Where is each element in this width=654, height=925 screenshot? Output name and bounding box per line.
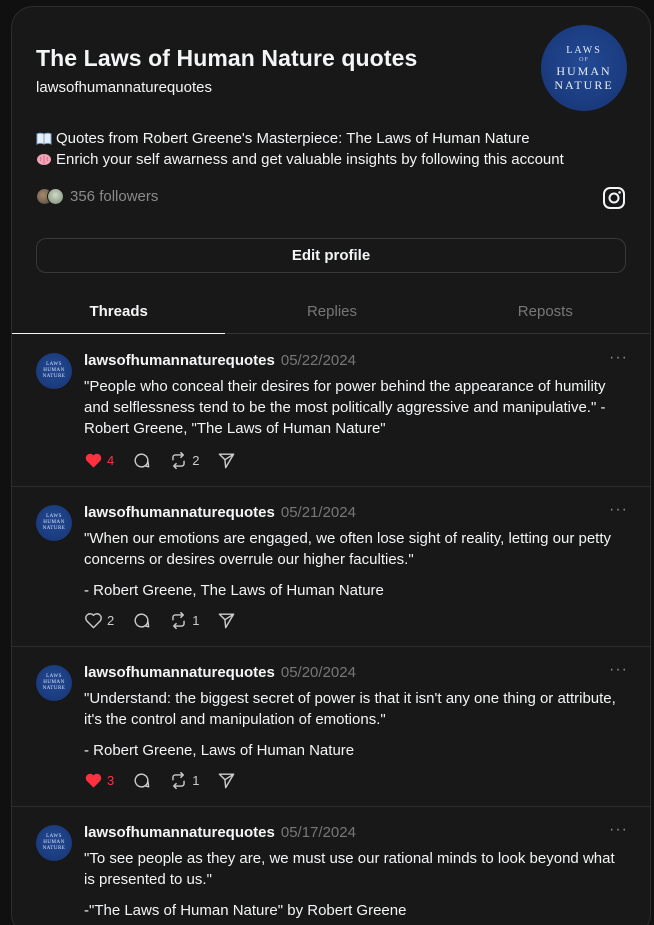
post-username[interactable]: lawsofhumannaturequotes: [84, 352, 275, 369]
like-count: 3: [107, 773, 115, 788]
post-avatar[interactable]: LAWS HUMAN NATURE: [36, 353, 72, 389]
avatar-text-nature: NATURE: [42, 846, 66, 851]
avatar-text-nature: NATURE: [42, 686, 66, 691]
post-text: "People who conceal their desires for po…: [84, 376, 629, 439]
repost-button[interactable]: 2: [169, 451, 199, 470]
post-paragraph: "People who conceal their desires for po…: [84, 378, 606, 437]
avatar-text-nature: NATURE: [42, 374, 66, 379]
repost-button[interactable]: 1: [169, 771, 199, 790]
repost-count: 1: [192, 773, 200, 788]
instagram-icon[interactable]: [602, 186, 626, 210]
comment-icon: [134, 453, 150, 468]
heart-outline-icon: [85, 613, 102, 629]
repost-icon: [172, 611, 185, 630]
post-paragraph: - Robert Greene, The Laws of Human Natur…: [84, 582, 384, 599]
post-paragraph: "To see people as they are, we must use …: [84, 850, 615, 888]
tab-reposts[interactable]: Reposts: [439, 290, 650, 333]
like-count: 4: [107, 453, 115, 468]
bio-line: Enrich your self awarness and get valuab…: [36, 149, 564, 170]
profile-panel: The Laws of Human Nature quotes lawsofhu…: [11, 6, 651, 925]
edit-profile-button[interactable]: Edit profile: [36, 238, 626, 273]
profile-bio: Quotes from Robert Greene's Masterpiece:…: [36, 128, 564, 170]
repost-count: 1: [192, 613, 200, 628]
post-date: 05/21/2024: [280, 504, 356, 521]
post-paragraph: "Understand: the biggest secret of power…: [84, 690, 616, 728]
heart-filled-icon: [85, 773, 102, 788]
comment-icon: [134, 613, 150, 628]
post-text: "When our emotions are engaged, we often…: [84, 528, 629, 601]
profile-avatar[interactable]: LAWS OF HUMAN NATURE: [541, 25, 627, 111]
follower-avatar: [47, 188, 64, 205]
share-button[interactable]: [217, 451, 236, 470]
thread-post[interactable]: LAWS HUMAN NATURE lawsofhumannaturequote…: [12, 487, 650, 647]
comment-icon: [134, 773, 150, 788]
post-meta: lawsofhumannaturequotes 05/22/2024: [84, 352, 356, 369]
post-avatar[interactable]: LAWS HUMAN NATURE: [36, 505, 72, 541]
tab-threads[interactable]: Threads: [12, 290, 226, 334]
bio-text-2: Enrich your self awarness and get valuab…: [56, 151, 564, 168]
reply-button[interactable]: [132, 611, 151, 630]
post-meta: lawsofhumannaturequotes 05/17/2024: [84, 824, 356, 841]
post-date: 05/22/2024: [280, 352, 356, 369]
bio-line: Quotes from Robert Greene's Masterpiece:…: [36, 128, 564, 149]
post-paragraph: - Robert Greene, Laws of Human Nature: [84, 742, 355, 759]
send-icon: [219, 613, 235, 629]
post-text: "To see people as they are, we must use …: [84, 848, 629, 921]
followers-count: 356 followers: [70, 188, 159, 205]
post-actions: 3 1: [84, 771, 254, 790]
book-emoji-icon: [36, 132, 52, 146]
brain-emoji-icon: [36, 153, 52, 167]
post-paragraph: -"The Laws of Human Nature" by Robert Gr…: [84, 902, 407, 919]
more-options-icon[interactable]: ···: [609, 661, 628, 679]
like-button[interactable]: 4: [84, 451, 114, 470]
post-meta: lawsofhumannaturequotes 05/21/2024: [84, 504, 356, 521]
repost-count: 2: [192, 453, 200, 468]
followers-row[interactable]: 356 followers: [36, 188, 158, 205]
profile-handle: lawsofhumannaturequotes: [36, 79, 212, 96]
reply-button[interactable]: [132, 451, 151, 470]
avatar-text-human: HUMAN: [556, 63, 612, 78]
thread-post[interactable]: LAWS HUMAN NATURE lawsofhumannaturequote…: [12, 335, 650, 487]
post-actions: 4 2: [84, 451, 254, 470]
post-username[interactable]: lawsofhumannaturequotes: [84, 824, 275, 841]
profile-header: The Laws of Human Nature quotes lawsofhu…: [36, 45, 417, 96]
post-paragraph: "When our emotions are engaged, we often…: [84, 530, 612, 568]
bio-text-1: Quotes from Robert Greene's Masterpiece:…: [56, 130, 530, 147]
profile-tabs: Threads Replies Reposts: [12, 290, 650, 334]
like-count: 2: [107, 613, 115, 628]
heart-filled-icon: [85, 453, 102, 468]
repost-icon: [172, 451, 185, 470]
like-button[interactable]: 2: [84, 611, 114, 630]
repost-icon: [172, 771, 185, 790]
post-actions: 2 1: [84, 611, 254, 630]
share-button[interactable]: [217, 771, 236, 790]
thread-post[interactable]: LAWS HUMAN NATURE lawsofhumannaturequote…: [12, 647, 650, 807]
post-date: 05/17/2024: [280, 824, 356, 841]
avatar-text-nature: NATURE: [42, 526, 66, 531]
reply-button[interactable]: [132, 771, 151, 790]
post-username[interactable]: lawsofhumannaturequotes: [84, 504, 275, 521]
repost-button[interactable]: 1: [169, 611, 199, 630]
send-icon: [219, 453, 235, 469]
avatar-text-laws: LAWS: [566, 44, 602, 56]
post-meta: lawsofhumannaturequotes 05/20/2024: [84, 664, 356, 681]
tab-replies[interactable]: Replies: [225, 290, 438, 333]
send-icon: [219, 773, 235, 789]
avatar-text-nature: NATURE: [554, 77, 614, 92]
more-options-icon[interactable]: ···: [609, 349, 628, 367]
more-options-icon[interactable]: ···: [609, 821, 628, 839]
more-options-icon[interactable]: ···: [609, 501, 628, 519]
avatar-text-of: OF: [579, 56, 589, 63]
post-avatar[interactable]: LAWS HUMAN NATURE: [36, 665, 72, 701]
post-date: 05/20/2024: [280, 664, 356, 681]
post-avatar[interactable]: LAWS HUMAN NATURE: [36, 825, 72, 861]
post-text: "Understand: the biggest secret of power…: [84, 688, 629, 761]
post-username[interactable]: lawsofhumannaturequotes: [84, 664, 275, 681]
like-button[interactable]: 3: [84, 771, 114, 790]
thread-post[interactable]: LAWS HUMAN NATURE lawsofhumannaturequote…: [12, 807, 650, 925]
share-button[interactable]: [217, 611, 236, 630]
profile-title: The Laws of Human Nature quotes: [36, 45, 418, 71]
